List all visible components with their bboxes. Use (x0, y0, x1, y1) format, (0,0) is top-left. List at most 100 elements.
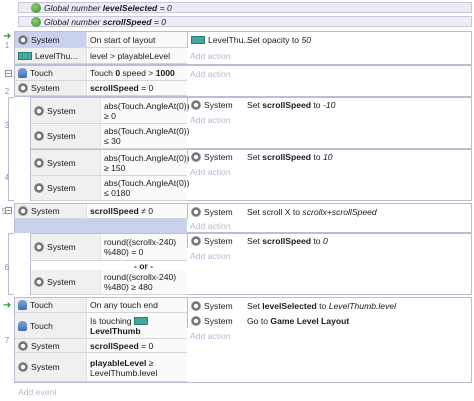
system-gear-icon (18, 34, 28, 45)
system-gear-icon (191, 315, 201, 326)
action-object[interactable]: System (187, 298, 244, 313)
system-gear-icon (34, 105, 44, 116)
action-object[interactable]: System (187, 234, 244, 248)
add-action-link[interactable]: Add action (187, 219, 231, 233)
add-action-link[interactable]: Add action (187, 49, 231, 63)
condition-label: = 0 (141, 340, 154, 351)
condition-text[interactable]: abs(Touch.AngleAt(0)) ≤ 30 (100, 124, 190, 149)
action-text[interactable]: Set opacity to 50 (244, 32, 471, 48)
condition-object[interactable]: System (15, 81, 86, 96)
action-text[interactable]: Go to Game Level Layout (244, 313, 471, 328)
condition-object[interactable]: System (31, 98, 100, 124)
action-object[interactable]: System (187, 98, 244, 112)
condition-object[interactable]: Touch (15, 313, 86, 339)
condition-bold: playableLevel (90, 358, 147, 368)
add-action-link[interactable]: Add action (187, 165, 231, 179)
condition-object[interactable]: Touch (15, 66, 86, 81)
condition-object[interactable]: LevelThu... (15, 48, 86, 64)
action-text[interactable]: Set scrollSpeed to -10 (244, 98, 471, 112)
condition-text[interactable]: abs(Touch.AngleAt(0)) ≤ 0180 (100, 176, 190, 201)
action-label: Go to (247, 315, 269, 326)
condition-text[interactable]: scrollSpeed ≠ 0 (86, 204, 187, 219)
event-6[interactable]: System round((scrollx-240) %480) = 0 - o… (30, 233, 472, 295)
condition-text[interactable]: playableLevel ≥ LevelThumb.level (86, 353, 187, 382)
event-4[interactable]: System abs(Touch.AngleAt(0)) ≥ 150 Syste… (30, 149, 472, 201)
condition-text[interactable]: round((scrollx-240) %480) ≥ 480 (100, 270, 187, 295)
action-label: Set opacity to (247, 35, 300, 45)
object-name: System (31, 340, 60, 351)
event-number: 3 (4, 120, 10, 130)
action-text[interactable]: Set levelSelected to LevelThumb.level (244, 298, 471, 313)
collapse-toggle[interactable]: − (5, 69, 12, 77)
condition-text[interactable]: Is touching LevelThumb (86, 313, 187, 339)
object-name: System (47, 242, 76, 252)
event-3[interactable]: System abs(Touch.AngleAt(0)) ≥ 0 System … (30, 97, 472, 149)
condition-text[interactable]: level > playableLevel (86, 48, 187, 64)
event-number: 5 (1, 206, 7, 216)
condition-text[interactable]: Touch 0 speed > 1000 (86, 66, 187, 81)
object-name: System (31, 206, 60, 216)
add-action-link[interactable]: Add action (187, 329, 231, 343)
sprite-icon (191, 36, 205, 44)
condition-text[interactable]: scrollSpeed = 0 (86, 339, 187, 353)
touch-icon (18, 68, 27, 78)
event-number: 2 (4, 86, 10, 96)
condition-text[interactable]: On start of layout (86, 32, 187, 48)
system-gear-icon (34, 183, 44, 193)
add-action-link[interactable]: Add action (187, 67, 231, 81)
object-name: System (31, 34, 60, 45)
selected-empty-row[interactable] (15, 219, 187, 233)
condition-text[interactable]: abs(Touch.AngleAt(0)) ≥ 0 (100, 98, 190, 124)
system-gear-icon (18, 362, 28, 372)
add-event-link[interactable]: Add event (18, 387, 57, 397)
condition-label: abs(Touch.AngleAt(0)) ≤ 30 (104, 126, 190, 146)
condition-text[interactable]: scrollSpeed = 0 (86, 81, 187, 96)
condition-text[interactable]: On any touch end (86, 298, 187, 313)
event-number: 4 (4, 172, 10, 182)
condition-label: On any touch end (90, 300, 158, 310)
add-action-link[interactable]: Add action (187, 249, 231, 263)
condition-text[interactable]: abs(Touch.AngleAt(0)) ≥ 150 (100, 150, 190, 176)
arrow-right-icon: ➜ (3, 300, 12, 311)
action-bold: scrollSpeed (262, 152, 312, 162)
condition-object[interactable]: Touch (15, 298, 86, 313)
condition-text[interactable]: round((scrollx-240) %480) = 0 (100, 234, 187, 261)
object-name: System (31, 362, 60, 372)
object-name: System (47, 183, 76, 193)
system-gear-icon (18, 340, 28, 351)
add-action-link[interactable]: Add action (187, 113, 231, 127)
condition-object[interactable]: System (31, 150, 100, 176)
object-name: Touch (30, 68, 53, 78)
action-text[interactable]: Set scroll X to scrollx+scrollSpeed (244, 204, 471, 219)
event-7[interactable]: Touch On any touch end Touch Is touching… (14, 297, 472, 383)
global-value: = 0 (153, 16, 167, 27)
condition-label: speed > (122, 68, 154, 78)
global-value: = 0 (159, 2, 172, 13)
event-5[interactable]: System scrollSpeed ≠ 0 System Set scroll… (14, 203, 472, 233)
condition-label: abs(Touch.AngleAt(0)) ≤ 0180 (104, 178, 190, 198)
condition-object[interactable]: System (15, 32, 86, 48)
object-name: Touch (30, 300, 53, 310)
global-variable-icon (31, 2, 41, 13)
condition-object[interactable]: System (31, 270, 100, 295)
condition-object[interactable]: System (31, 234, 100, 261)
action-object[interactable]: System (187, 313, 244, 328)
condition-object[interactable]: System (31, 176, 100, 201)
action-object[interactable]: System (187, 204, 244, 219)
global-variable-levelselected[interactable]: Global number levelSelected = 0 (18, 2, 472, 13)
action-object[interactable]: LevelThu... (187, 32, 251, 48)
action-object[interactable]: System (187, 150, 244, 164)
system-gear-icon (191, 100, 201, 110)
condition-object[interactable]: System (15, 204, 86, 219)
condition-object[interactable]: System (31, 124, 100, 149)
action-text[interactable]: Set scrollSpeed to 10 (244, 150, 471, 164)
event-2[interactable]: Touch Touch 0 speed > 1000 System scroll… (14, 65, 472, 97)
global-variable-scrollspeed[interactable]: Global number scrollSpeed = 0 (18, 16, 472, 27)
action-label: Set scroll X to (247, 206, 301, 217)
condition-object[interactable]: System (15, 339, 86, 353)
condition-label: Is touching (90, 315, 132, 326)
touch-icon (18, 320, 27, 331)
condition-object[interactable]: System (15, 353, 86, 382)
action-text[interactable]: Set scrollSpeed to 0 (244, 234, 471, 248)
event-1[interactable]: System On start of layout LevelThu... le… (14, 31, 472, 65)
